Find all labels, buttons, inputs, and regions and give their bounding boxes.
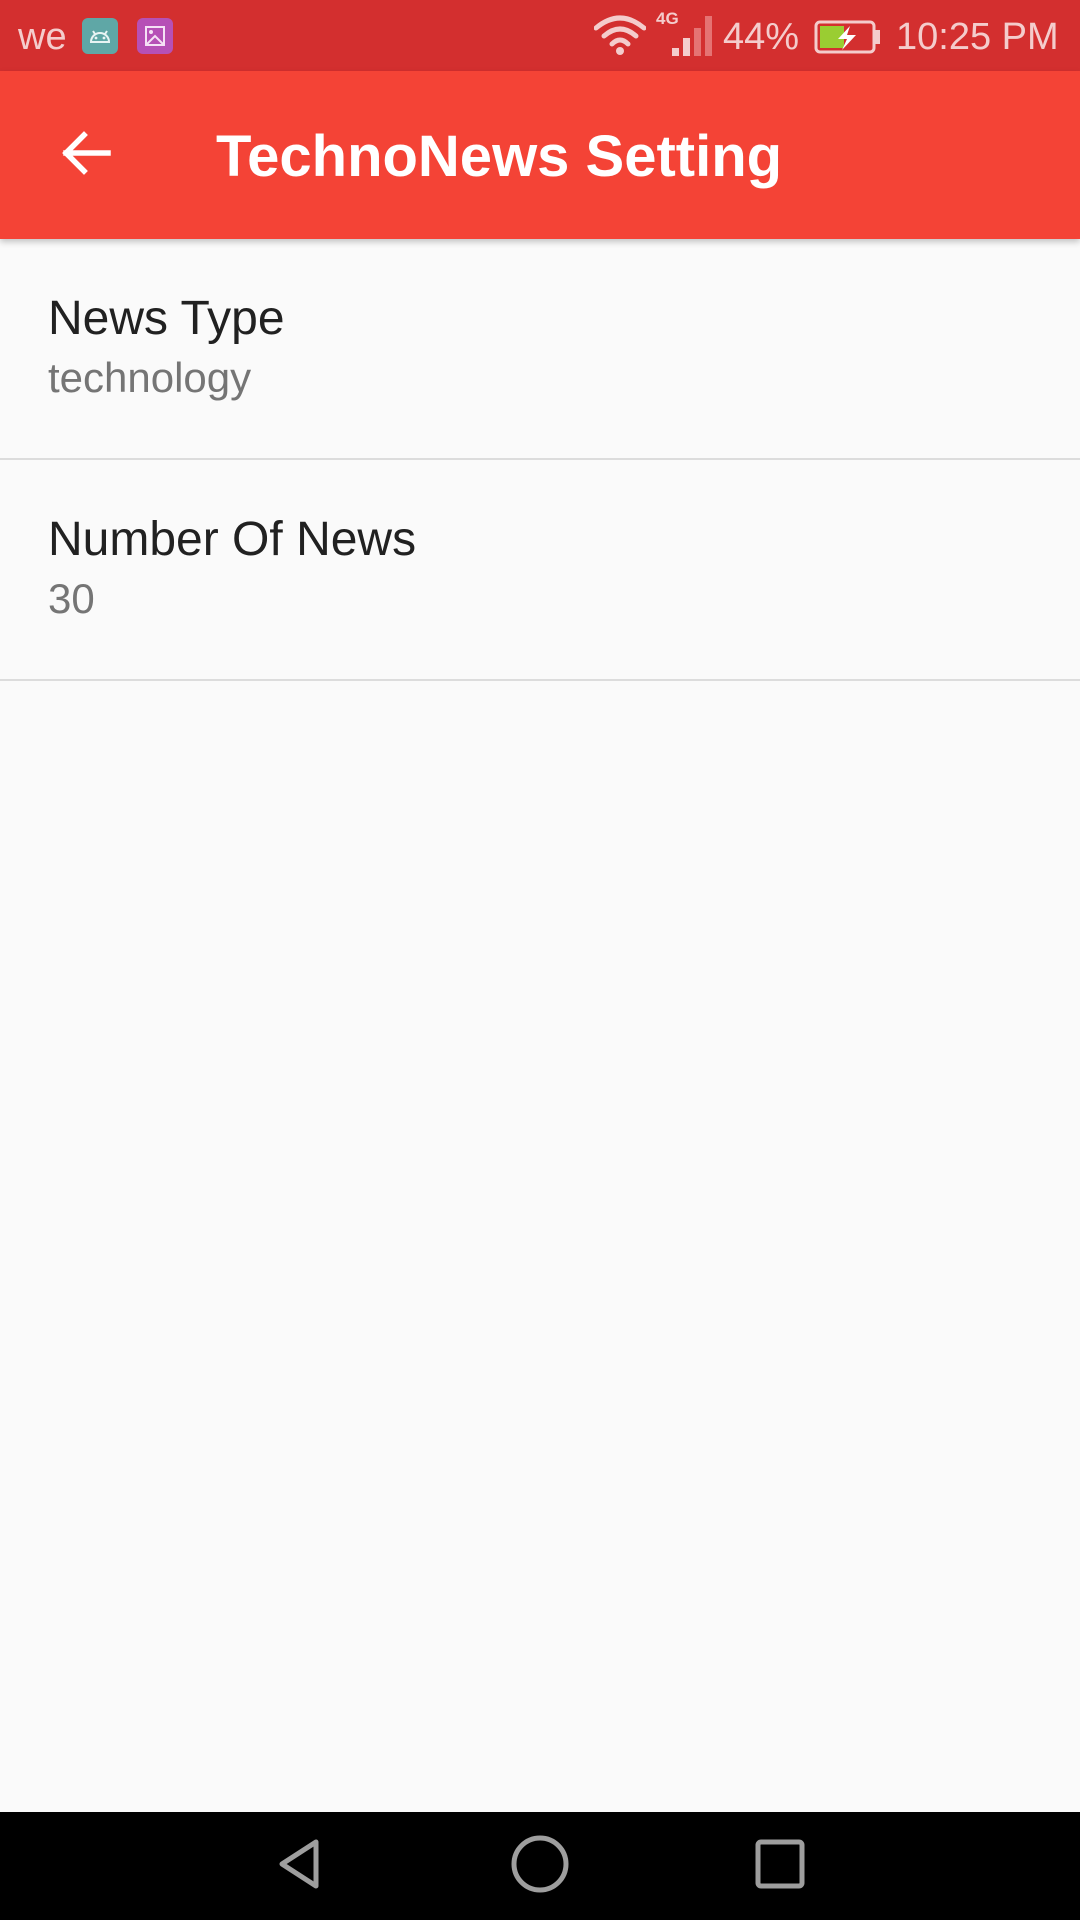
status-bar: we 4G 44% 10:25 PM [0, 0, 1080, 71]
battery-charging-icon [814, 20, 882, 59]
battery-percent: 44% [723, 16, 800, 58]
preference-number-of-news[interactable]: Number Of News 30 [0, 460, 1080, 681]
preference-summary: technology [48, 354, 252, 401]
page-title: TechnoNews Setting [216, 124, 783, 189]
back-button[interactable] [36, 105, 136, 205]
nav-back-icon [270, 1834, 330, 1899]
preference-title: Number Of News [48, 513, 417, 566]
gallery-notification-icon [137, 18, 173, 54]
nav-back-button[interactable] [260, 1826, 340, 1906]
navigation-bar [0, 1812, 1080, 1920]
nav-recents-icon [752, 1836, 808, 1897]
nav-home-icon [508, 1832, 572, 1901]
android-notification-icon [82, 18, 118, 54]
status-time: 10:25 PM [896, 16, 1059, 58]
wifi-icon [593, 14, 647, 61]
cell-signal-icon [658, 10, 718, 65]
app-bar: TechnoNews Setting [0, 71, 1080, 239]
nav-recents-button[interactable] [740, 1826, 820, 1906]
carrier-label: we [18, 16, 67, 58]
preference-summary: 30 [48, 575, 95, 622]
arrow-left-icon [58, 129, 114, 182]
nav-home-button[interactable] [500, 1826, 580, 1906]
preference-news-type[interactable]: News Type technology [0, 239, 1080, 460]
preference-title: News Type [48, 292, 285, 345]
preference-list: News Type technology Number Of News 30 [0, 239, 1080, 681]
